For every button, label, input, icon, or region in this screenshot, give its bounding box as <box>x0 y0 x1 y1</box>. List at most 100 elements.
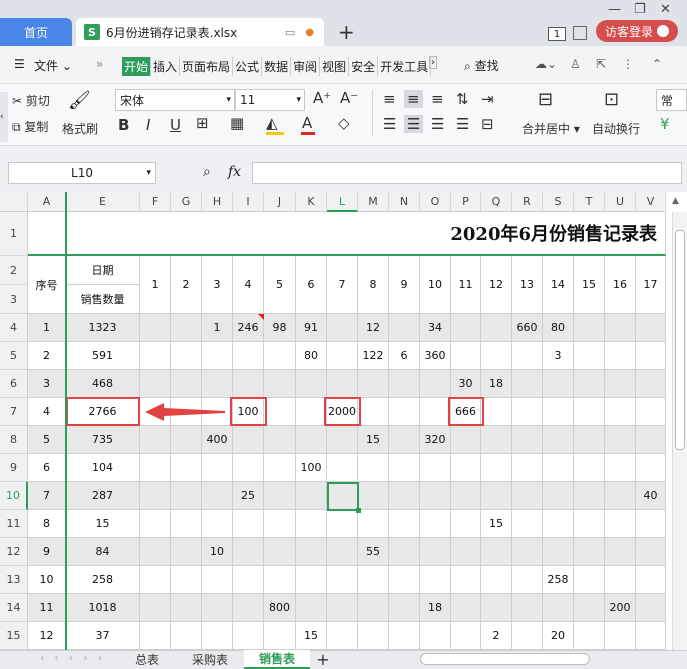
cell-day-5[interactable] <box>264 398 296 426</box>
header-day-17[interactable]: 17 <box>636 256 666 314</box>
cell-day-3[interactable] <box>202 594 233 622</box>
cell-day-4[interactable] <box>233 370 264 398</box>
cell-day-2[interactable] <box>171 314 202 342</box>
header-date[interactable]: 日期 <box>66 256 140 285</box>
sheet-tab-sales[interactable]: 销售表 <box>244 650 310 669</box>
column-header-E[interactable]: E <box>66 192 140 212</box>
cell-day-6[interactable] <box>296 566 327 594</box>
header-day-11[interactable]: 11 <box>451 256 481 314</box>
column-header-I[interactable]: I <box>233 192 264 212</box>
cell-day-4[interactable] <box>233 566 264 594</box>
cell-day-4[interactable] <box>233 538 264 566</box>
column-header-N[interactable]: N <box>389 192 420 212</box>
cell-day-7[interactable] <box>327 370 358 398</box>
selected-cell[interactable] <box>327 482 359 511</box>
cell-day-8[interactable]: 55 <box>358 538 389 566</box>
cell-day-5[interactable]: 800 <box>264 594 296 622</box>
cell-day-6[interactable] <box>296 538 327 566</box>
cell-day-13[interactable] <box>512 370 543 398</box>
cell-day-6[interactable] <box>296 482 327 510</box>
cell-day-12[interactable] <box>481 398 512 426</box>
cell-day-9[interactable] <box>389 314 420 342</box>
cell-day-14[interactable] <box>543 454 574 482</box>
cell-day-3[interactable]: 400 <box>202 426 233 454</box>
select-all-corner[interactable] <box>0 192 28 212</box>
cell-day-9[interactable] <box>389 370 420 398</box>
cell-day-4[interactable]: 25 <box>233 482 264 510</box>
cell-day-16[interactable] <box>605 538 636 566</box>
cell-day-7[interactable] <box>327 566 358 594</box>
cell-day-17[interactable] <box>636 342 666 370</box>
cell-day-1[interactable] <box>140 622 171 650</box>
cell-day-10[interactable] <box>420 370 451 398</box>
cell-day-2[interactable] <box>171 370 202 398</box>
cell-day-4[interactable] <box>233 594 264 622</box>
cell-day-1[interactable] <box>140 426 171 454</box>
cell-seq[interactable]: 9 <box>28 538 66 566</box>
header-sales-qty[interactable]: 销售数量 <box>66 285 140 314</box>
cell-day-9[interactable] <box>389 398 420 426</box>
cell-day-11[interactable]: 30 <box>451 370 481 398</box>
cell-day-11[interactable] <box>451 454 481 482</box>
cell-day-12[interactable] <box>481 426 512 454</box>
cell-day-2[interactable] <box>171 426 202 454</box>
column-header-O[interactable]: O <box>420 192 451 212</box>
cell-day-1[interactable] <box>140 594 171 622</box>
row-header-14[interactable]: 14 <box>0 594 28 622</box>
cell-day-2[interactable] <box>171 622 202 650</box>
column-header-H[interactable]: H <box>202 192 233 212</box>
cell-day-12[interactable] <box>481 566 512 594</box>
row-header-6[interactable]: 6 <box>0 370 28 398</box>
cell-day-5[interactable] <box>264 482 296 510</box>
column-header-S[interactable]: S <box>543 192 574 212</box>
cell-day-7[interactable] <box>327 454 358 482</box>
cell-day-7[interactable] <box>327 510 358 538</box>
cell-day-3[interactable] <box>202 566 233 594</box>
cell-day-3[interactable]: 10 <box>202 538 233 566</box>
cell-day-14[interactable] <box>543 398 574 426</box>
cell-total[interactable]: 15 <box>66 510 140 538</box>
cell-day-11[interactable] <box>451 342 481 370</box>
header-day-10[interactable]: 10 <box>420 256 451 314</box>
cell-seq[interactable]: 2 <box>28 342 66 370</box>
cell-day-17[interactable] <box>636 510 666 538</box>
header-day-15[interactable]: 15 <box>574 256 605 314</box>
cell-day-6[interactable] <box>296 510 327 538</box>
cell-seq[interactable]: 10 <box>28 566 66 594</box>
cell-day-17[interactable] <box>636 370 666 398</box>
column-header-J[interactable]: J <box>264 192 296 212</box>
header-day-3[interactable]: 3 <box>202 256 233 314</box>
cell-day-15[interactable] <box>574 482 605 510</box>
cell-day-12[interactable] <box>481 482 512 510</box>
cell-day-1[interactable] <box>140 538 171 566</box>
cell-day-8[interactable] <box>358 622 389 650</box>
cell-day-12[interactable] <box>481 538 512 566</box>
row-header-11[interactable]: 11 <box>0 510 28 538</box>
column-header-T[interactable]: T <box>574 192 605 212</box>
cell-day-16[interactable] <box>605 622 636 650</box>
cell-day-17[interactable] <box>636 426 666 454</box>
cell-day-2[interactable] <box>171 342 202 370</box>
cell-day-8[interactable] <box>358 510 389 538</box>
cell-day-7[interactable] <box>327 622 358 650</box>
row-header-9[interactable]: 9 <box>0 454 28 482</box>
cell-day-5[interactable] <box>264 454 296 482</box>
header-seq[interactable]: 序号 <box>28 256 66 314</box>
cell-seq[interactable]: 6 <box>28 454 66 482</box>
cell-day-10[interactable] <box>420 482 451 510</box>
column-header-F[interactable]: F <box>140 192 171 212</box>
cell-day-5[interactable] <box>264 510 296 538</box>
column-header-V[interactable]: V <box>636 192 666 212</box>
cell-total[interactable]: 1018 <box>66 594 140 622</box>
cell-day-10[interactable] <box>420 510 451 538</box>
cell-day-13[interactable] <box>512 538 543 566</box>
cell-day-8[interactable]: 122 <box>358 342 389 370</box>
cell-day-1[interactable] <box>140 314 171 342</box>
cell-day-5[interactable] <box>264 538 296 566</box>
cell-day-15[interactable] <box>574 566 605 594</box>
cell-day-9[interactable] <box>389 510 420 538</box>
cell-day-8[interactable]: 12 <box>358 314 389 342</box>
cell-day-6[interactable]: 80 <box>296 342 327 370</box>
cell-seq[interactable]: 12 <box>28 622 66 650</box>
cell-day-9[interactable] <box>389 566 420 594</box>
